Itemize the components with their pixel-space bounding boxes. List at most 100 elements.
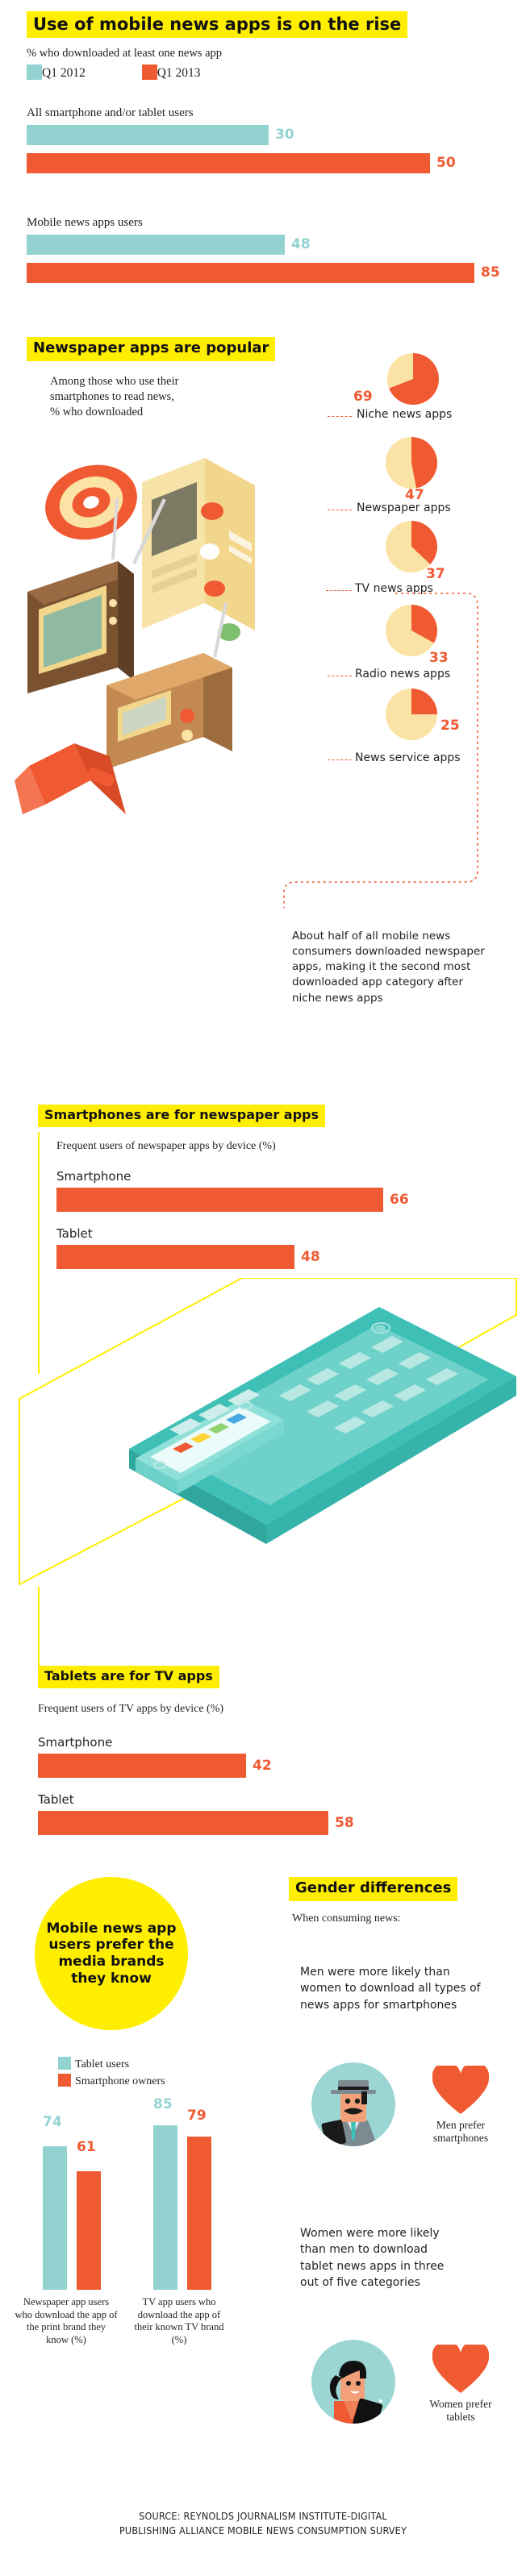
legend-swatch-orange [58,2074,71,2087]
pie-label-newspaper: Newspaper apps [357,501,451,514]
bar-q1-2013 [27,153,430,173]
section3-bars: Smartphone 66 Tablet 48 [56,1169,492,1269]
bar-q1-2012 [27,235,285,255]
women-avatar-group [311,2340,395,2424]
leader-line [328,416,352,417]
note-connector [283,593,478,908]
legend-swatch-orange [141,65,157,80]
pie-value-niche: 69 [353,389,373,405]
bar-value-tablet: 58 [335,1815,354,1831]
infographic-page: Use of mobile news apps is on the rise %… [0,0,526,2576]
bar-row: 58 [38,1811,490,1835]
section5-legend: Tablet users Smartphone owners [58,2056,165,2090]
column-tv-tablet [153,2125,177,2290]
pie-value-newspaper: 47 [405,487,424,503]
men-avatar-group [311,2062,395,2146]
pie-value-tv: 37 [426,566,445,582]
section4-title: Tablets are for TV apps [38,1666,219,1688]
newspaper-icon [142,458,255,641]
legend-swatch-teal [58,2057,71,2070]
bar-row: 85 [27,263,503,283]
gender-subtitle: When consuming news: [292,1912,401,1925]
column-value-tv-smartphone: 79 [187,2108,207,2124]
bar-row: 66 [56,1188,492,1212]
bar-smartphone [56,1188,383,1212]
bar-row: 48 [27,235,503,255]
bar-value-q1-2012: 30 [275,127,294,143]
bar-row: 30 [27,125,503,145]
section2-title: Newspaper apps are popular [27,337,276,361]
bar-value-tablet: 48 [301,1249,320,1265]
bar-value-q1-2012: 48 [291,236,311,252]
legend-label-tablet-users: Tablet users [75,2058,130,2070]
column-value-np-smartphone: 61 [77,2139,96,2155]
bar-group-label: Mobile news apps users [27,216,143,229]
bar-label-smartphone: Smartphone [38,1735,113,1750]
bar-value-q1-2013: 50 [436,155,456,171]
pie-chart-tv [386,521,437,572]
women-text: Women were more likely than men to downl… [300,2227,445,2289]
bar-tablet [38,1811,328,1835]
bar-value-q1-2013: 85 [481,264,500,281]
source-line-2: PUBLISHING ALLIANCE MOBILE NEWS CONSUMPT… [119,2524,407,2537]
dartboard-icon [45,464,137,540]
bar-q1-2013 [27,263,474,283]
bar-tablet [56,1245,294,1269]
bar-group-mobile-news-users: Mobile news apps users 48 85 [27,216,503,283]
bar-q1-2012 [27,125,269,145]
legend-label-smartphone-owners: Smartphone owners [75,2075,165,2087]
brand-callout-circle: Mobile news app users prefer the media b… [35,1877,188,2030]
heart-icon [432,2066,489,2114]
source-line-1: SOURCE: REYNOLDS JOURNALISM INSTITUTE-DI… [139,2510,387,2522]
column-tv-smartphone [187,2137,211,2290]
legend-item-q1-2013: Q1 2013 [141,65,201,80]
men-caption: Men prefer smartphones [432,2119,489,2145]
pie-item-newspaper-apps: 47 Newspaper apps [328,437,523,521]
pie-chart-newspaper [386,437,437,489]
section3-title: Smartphones are for newspaper apps [38,1105,326,1127]
legend-item-smartphone-owners: Smartphone owners [58,2073,165,2090]
bar-value-smartphone: 42 [253,1758,272,1774]
bar-value-smartphone: 66 [390,1192,409,1208]
section1-subtitle: % who downloaded at least one news app [27,47,223,60]
bar-row: 42 [38,1754,490,1778]
women-caption: Women prefer tablets [429,2398,492,2424]
section4-subtitle: Frequent users of TV apps by device (%) [38,1703,224,1715]
source-footer: SOURCE: REYNOLDS JOURNALISM INSTITUTE-DI… [0,2509,526,2538]
women-heart-group: Women prefer tablets [416,2345,505,2424]
legend-label-q1-2012: Q1 2012 [42,66,86,80]
pie-chart-niche [387,353,439,405]
column-value-np-tablet: 74 [43,2114,62,2130]
bar-row: 50 [27,153,503,173]
men-text: Men were more likely than women to downl… [300,1966,481,2012]
column-caption-newspaper: Newspaper app users who download the app… [15,2296,118,2345]
pie-label-niche: Niche news apps [357,408,453,421]
bar-label-tablet: Tablet [38,1792,74,1807]
bar-label-smartphone: Smartphone [56,1169,132,1184]
bar-label-tablet: Tablet [56,1226,93,1241]
legend-label-q1-2013: Q1 2013 [157,66,201,80]
legend-item-tablet-users: Tablet users [58,2056,165,2073]
column-caption-tv: TV app users who download the app of the… [134,2296,224,2345]
bar-group-label: All smartphone and/or tablet users [27,106,194,119]
section4-bars: Smartphone 42 Tablet 58 [38,1735,490,1835]
men-heart-group: Men prefer smartphones [416,2066,505,2145]
section1-legend: Q1 2012 Q1 2013 [27,65,201,81]
bar-smartphone [38,1754,246,1778]
yellow-rule [38,1587,40,1675]
legend-item-q1-2012: Q1 2012 [27,65,86,80]
column-np-smartphone [77,2171,101,2290]
pie-item-niche-news-apps: 69 Niche news apps [328,353,523,437]
legend-swatch-teal [27,65,42,80]
bar-row: 48 [56,1245,492,1269]
bar-group-all-users: All smartphone and/or tablet users 30 50 [27,106,503,173]
column-value-tv-tablet: 85 [153,2096,173,2112]
column-np-tablet [43,2146,67,2290]
section3-subtitle: Frequent users of newspaper apps by devi… [56,1140,276,1152]
man-avatar [311,2062,395,2146]
section1-title: Use of mobile news apps is on the rise [27,11,408,39]
woman-avatar [311,2340,395,2424]
gender-title: Gender differences [289,1877,458,1901]
heart-icon [432,2345,489,2393]
section2-note: About half of all mobile news consumers … [292,930,485,1005]
